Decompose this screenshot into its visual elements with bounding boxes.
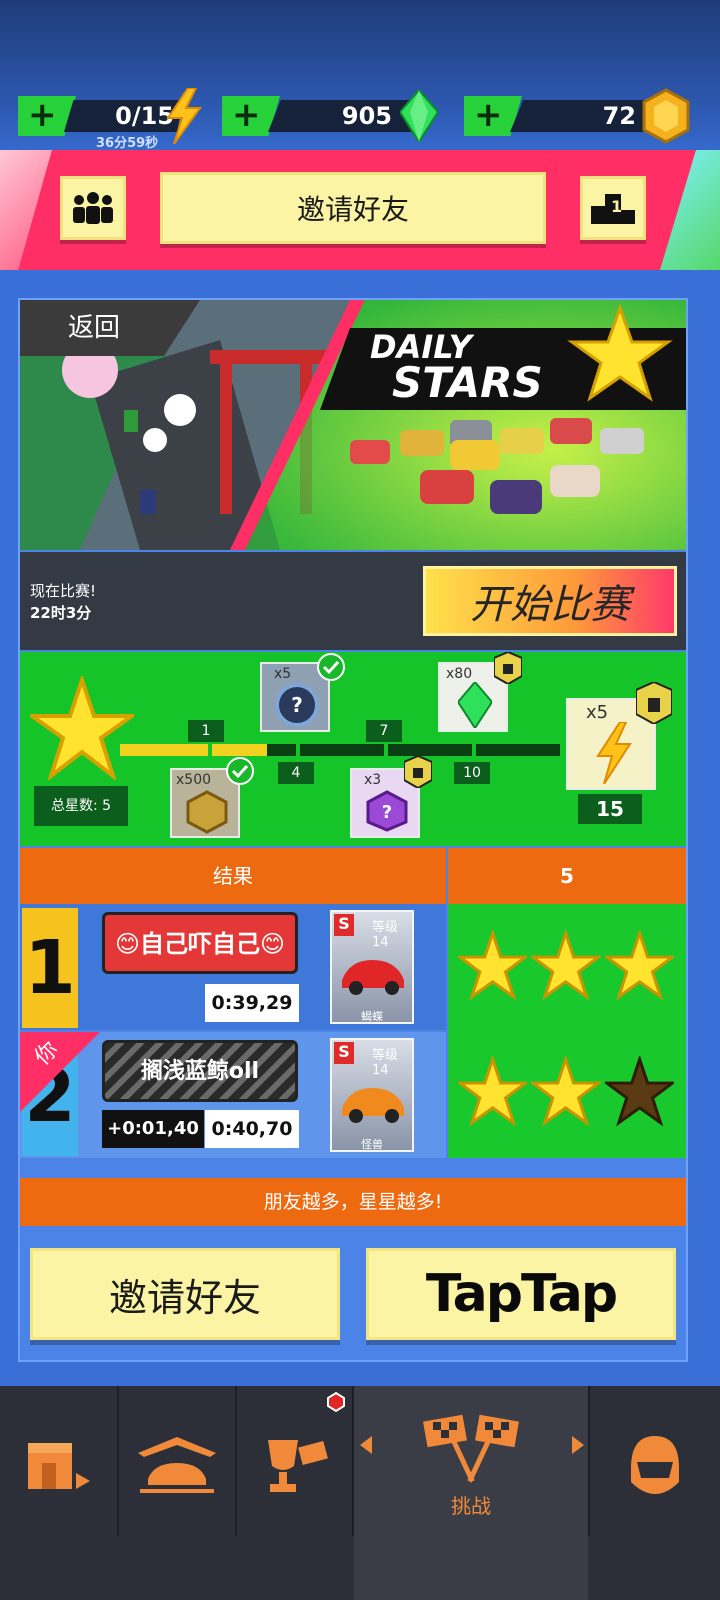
svg-text:?: ? <box>382 802 392 823</box>
milestone-7: 7 <box>366 720 402 742</box>
star-filled-icon <box>458 1056 528 1126</box>
mystery-box-icon: ? <box>366 790 408 832</box>
podium-number: 1 <box>611 197 623 216</box>
milestone-10: 10 <box>454 762 490 784</box>
garage-icon <box>137 1437 216 1493</box>
progress-fill <box>120 744 267 756</box>
challenge-icon <box>423 1414 519 1482</box>
star-progress-panel: 总星数: 5 1 4 7 10 15 x500 x5 ? x3 ? x80 x5 <box>20 652 686 846</box>
energy-timer: 36分59秒 <box>96 136 159 151</box>
banner-invite-button[interactable]: 邀请好友 <box>160 172 546 244</box>
friends-tip: 朋友越多，星星越多! <box>20 1178 686 1226</box>
progress-segment-gap <box>296 744 300 756</box>
gem-icon <box>458 682 492 728</box>
total-star-icon <box>30 676 134 780</box>
reward-tire-qty: x5 <box>274 666 292 682</box>
player-2-stars <box>458 1056 678 1132</box>
start-race-button[interactable]: 开始比赛 <box>423 566 677 636</box>
footer-invite-button[interactable]: 邀请好友 <box>30 1248 340 1340</box>
friends-button[interactable] <box>60 176 126 240</box>
reward-coins-qty: x500 <box>176 772 212 788</box>
event-title-line2: STARS <box>392 358 543 407</box>
player-2-car-card[interactable]: S 等级14 怪兽 <box>330 1038 414 1152</box>
car-level: 等级14 <box>372 920 399 950</box>
svg-text:?: ? <box>291 693 303 717</box>
progress-segment-gap <box>208 744 212 756</box>
helmet-icon <box>631 1436 679 1494</box>
car-name: 怪兽 <box>361 1138 383 1151</box>
energy-value: 0/15 <box>115 102 174 130</box>
player-1-time: 0:39,29 <box>205 984 299 1022</box>
red-sports-car-icon <box>342 960 404 995</box>
nav-challenge[interactable]: 挑战 <box>354 1400 588 1530</box>
progress-segment-gap <box>472 744 476 756</box>
lightning-icon <box>596 722 632 784</box>
star-filled-icon <box>531 930 601 1000</box>
nav-garage[interactable] <box>118 1400 235 1530</box>
taptap-button[interactable]: TapTap <box>366 1248 676 1340</box>
coin-icon <box>186 790 228 834</box>
chevron-left-icon[interactable] <box>360 1436 372 1454</box>
player-1-stars <box>458 930 678 1006</box>
coins-resource[interactable]: + 72 <box>464 88 690 144</box>
nav-shop[interactable] <box>0 1400 117 1530</box>
energy-resource[interactable]: + 0/15 <box>18 88 202 144</box>
mystery-tire-icon: ? <box>275 683 319 727</box>
total-stars-label: 总星数: 5 <box>34 786 128 826</box>
player-1-nameplate: 😊自己吓自己😊 <box>102 912 298 974</box>
reward-box-qty: x3 <box>364 772 382 788</box>
milestone-15: 15 <box>578 794 642 824</box>
car-level: 等级14 <box>372 1048 399 1078</box>
event-status-text: 现在比赛! <box>30 582 97 600</box>
results-stars-header: 5 <box>448 848 686 904</box>
reward-gems-qty: x80 <box>446 666 473 682</box>
star-filled-icon <box>458 930 528 1000</box>
results-header: 结果 <box>20 848 446 904</box>
star-filled-icon <box>604 930 674 1000</box>
gems-value: 905 <box>341 102 392 130</box>
player-2-time: 0:40,70 <box>205 1110 299 1148</box>
claimed-check-icon <box>226 757 254 785</box>
player-1-car-card[interactable]: S 等级14 蝎蝶 <box>330 910 414 1024</box>
progress-track <box>120 744 560 756</box>
car-name: 蝎蝶 <box>361 1010 383 1023</box>
claimed-check-icon <box>317 653 345 681</box>
trophy-icon <box>268 1440 328 1492</box>
star-empty-icon <box>604 1056 674 1126</box>
star-filled-icon <box>531 1056 601 1126</box>
shop-icon <box>27 1443 90 1489</box>
gems-resource[interactable]: + 905 <box>222 90 442 142</box>
reward-energy-qty: x5 <box>586 702 609 723</box>
nav-challenge-label: 挑战 <box>451 1493 491 1518</box>
milestone-4: 4 <box>278 762 314 784</box>
chevron-right-icon[interactable] <box>572 1436 584 1454</box>
results-stars-panel <box>448 904 686 1158</box>
notification-badge-icon <box>327 1392 345 1412</box>
nav-profile[interactable] <box>590 1400 720 1530</box>
lock-icon <box>494 652 522 684</box>
friends-icon <box>73 192 113 224</box>
car-class-badge: S <box>334 914 354 936</box>
leaderboard-button[interactable]: 1 <box>580 176 646 240</box>
orange-sports-car-icon <box>342 1088 404 1123</box>
gem-icon <box>400 90 438 142</box>
nav-trophies[interactable] <box>236 1392 352 1530</box>
progress-segment-gap <box>384 744 388 756</box>
coin-icon <box>642 88 690 144</box>
lock-icon <box>404 756 432 788</box>
event-time-left: 22时3分 <box>30 604 92 622</box>
car-class-badge: S <box>334 1042 354 1064</box>
player-2-nameplate: 搁浅蓝鲸oll <box>102 1040 298 1102</box>
rank-1: 1 <box>22 908 78 1028</box>
lightning-icon <box>166 88 202 144</box>
milestone-1: 1 <box>188 720 224 742</box>
coins-value: 72 <box>602 102 636 130</box>
player-2-delta: +0:01,40 <box>102 1110 204 1148</box>
lock-icon <box>636 682 672 724</box>
